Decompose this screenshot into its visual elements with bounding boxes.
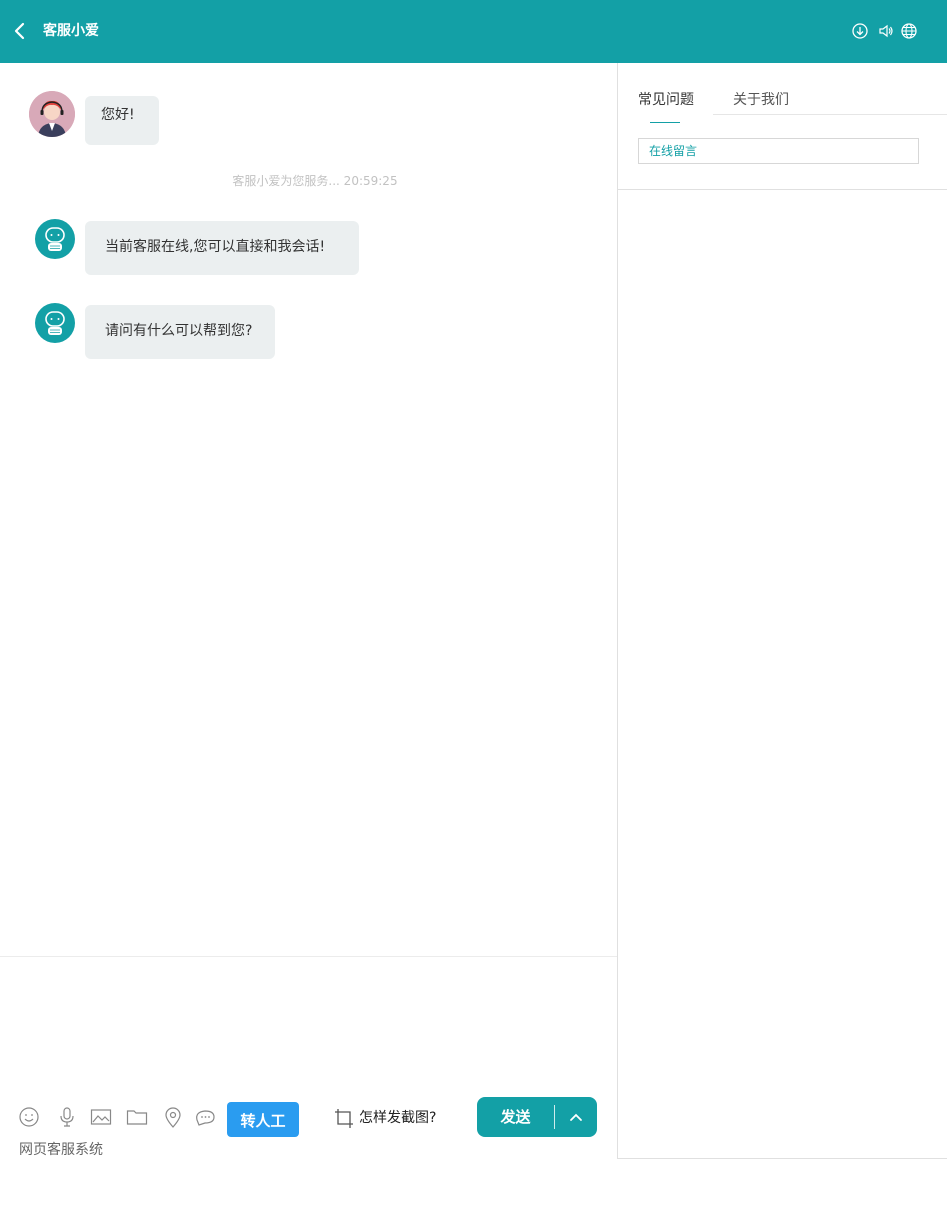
- robot-avatar: [35, 219, 75, 259]
- message-bubble-bot: 请问有什么可以帮到您?: [85, 305, 275, 359]
- message-bubble-bot: 当前客服在线,您可以直接和我会话!: [85, 221, 359, 275]
- transfer-to-human-button[interactable]: 转人工: [227, 1102, 299, 1137]
- back-icon[interactable]: [10, 19, 32, 43]
- message-bubble-agent: 您好!: [85, 96, 159, 145]
- globe-icon[interactable]: [900, 22, 918, 40]
- microphone-icon[interactable]: [56, 1106, 78, 1128]
- message-input[interactable]: [0, 957, 617, 1087]
- active-tab-indicator: [650, 122, 680, 123]
- image-icon[interactable]: [90, 1106, 112, 1128]
- volume-icon[interactable]: [877, 22, 895, 40]
- send-button[interactable]: 发送: [477, 1097, 554, 1137]
- download-icon[interactable]: [851, 22, 869, 40]
- chevron-up-icon[interactable]: [555, 1097, 597, 1137]
- footer-brand: 网页客服系统: [19, 1142, 103, 1158]
- emoji-icon[interactable]: [18, 1106, 40, 1128]
- leave-message-link[interactable]: 在线留言: [638, 138, 919, 164]
- sidebar-divider: [618, 189, 947, 190]
- chat-bubble-icon[interactable]: [194, 1106, 216, 1128]
- page-title: 客服小爱: [43, 23, 99, 39]
- screenshot-help-label: 怎样发截图?: [359, 1110, 437, 1126]
- header-bar: 客服小爱: [0, 0, 947, 63]
- robot-avatar: [35, 303, 75, 343]
- send-button-group: 发送: [477, 1097, 597, 1137]
- tab-divider: [713, 114, 947, 115]
- tab-faq[interactable]: 常见问题: [638, 89, 694, 109]
- chat-panel: 您好! 客服小爱为您服务... 20:59:25 当前客服在线,您可以直接和我会…: [0, 63, 617, 956]
- system-notice: 客服小爱为您服务... 20:59:25: [232, 174, 398, 188]
- location-icon[interactable]: [162, 1106, 184, 1128]
- crop-icon: [334, 1108, 354, 1134]
- folder-icon[interactable]: [126, 1106, 148, 1128]
- sidebar: 常见问题 关于我们 在线留言: [617, 63, 947, 1159]
- tab-about-us[interactable]: 关于我们: [733, 89, 789, 109]
- agent-avatar: [29, 91, 75, 137]
